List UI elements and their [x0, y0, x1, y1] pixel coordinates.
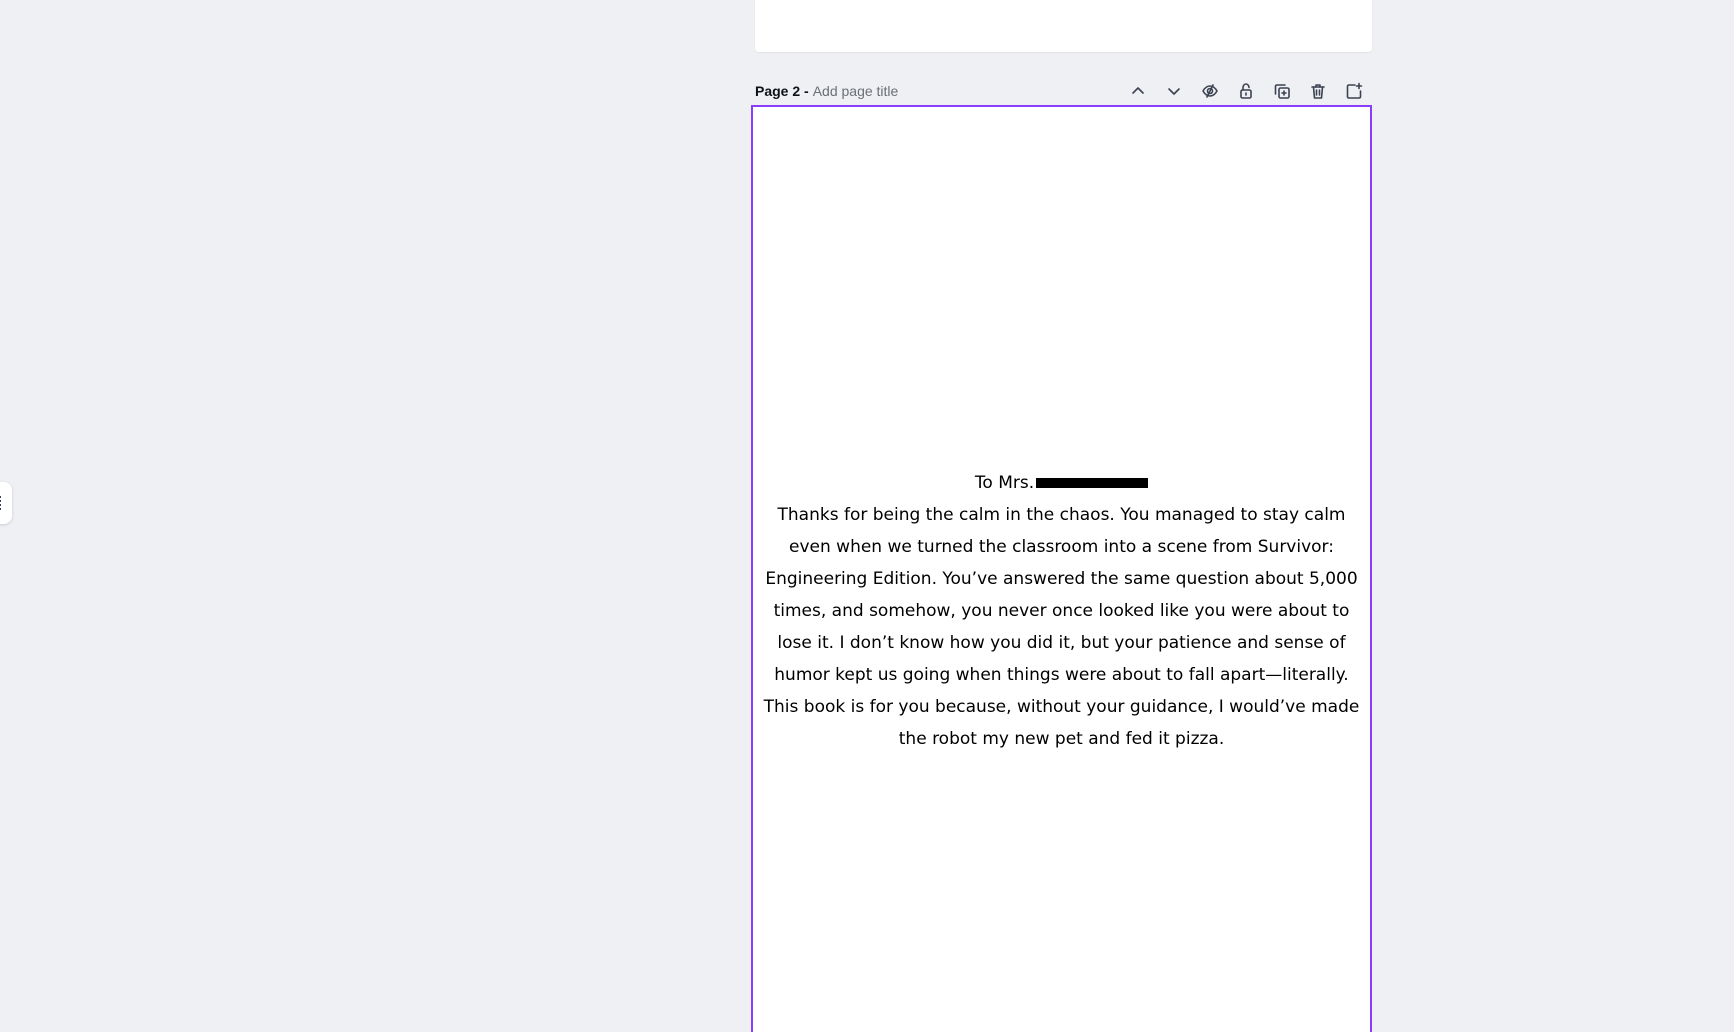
duplicate-icon	[1274, 84, 1290, 99]
chevron-up-icon	[1132, 87, 1144, 94]
add-page-button[interactable]	[1342, 79, 1366, 103]
page-header: Page 2 - Add page title	[755, 79, 1372, 103]
dedication-to-line: To Mrs.	[974, 467, 1149, 499]
page-number-label: Page 2 -	[755, 83, 809, 99]
move-page-down-button[interactable]	[1162, 79, 1186, 103]
chevron-down-icon	[1168, 88, 1180, 95]
grip-icon	[0, 496, 3, 510]
previous-page[interactable]	[755, 0, 1372, 52]
dedication-body: Thanks for being the calm in the chaos. …	[763, 505, 1360, 749]
side-panel-toggle[interactable]	[0, 482, 12, 524]
lock-page-button[interactable]	[1234, 79, 1258, 103]
hide-icon	[1202, 84, 1218, 98]
duplicate-page-button[interactable]	[1270, 79, 1294, 103]
delete-page-button[interactable]	[1306, 79, 1330, 103]
dedication-recipient: To Mrs.	[974, 473, 1035, 493]
page-toolbar	[1114, 79, 1366, 103]
dedication-text-box[interactable]: To Mrs. Thanks for being the calm in the…	[753, 467, 1370, 755]
add-page-icon	[1346, 82, 1363, 99]
current-page[interactable]: To Mrs. Thanks for being the calm in the…	[751, 105, 1372, 1032]
lock-icon	[1240, 83, 1252, 99]
move-page-up-button[interactable]	[1126, 79, 1150, 103]
hide-page-button[interactable]	[1198, 79, 1222, 103]
redaction-bar	[1036, 478, 1149, 488]
page-title-input[interactable]: Add page title	[813, 83, 899, 99]
trash-icon	[1311, 84, 1325, 99]
editor-canvas: Page 2 - Add page title To Mrs. Thanks f…	[0, 0, 1734, 1032]
